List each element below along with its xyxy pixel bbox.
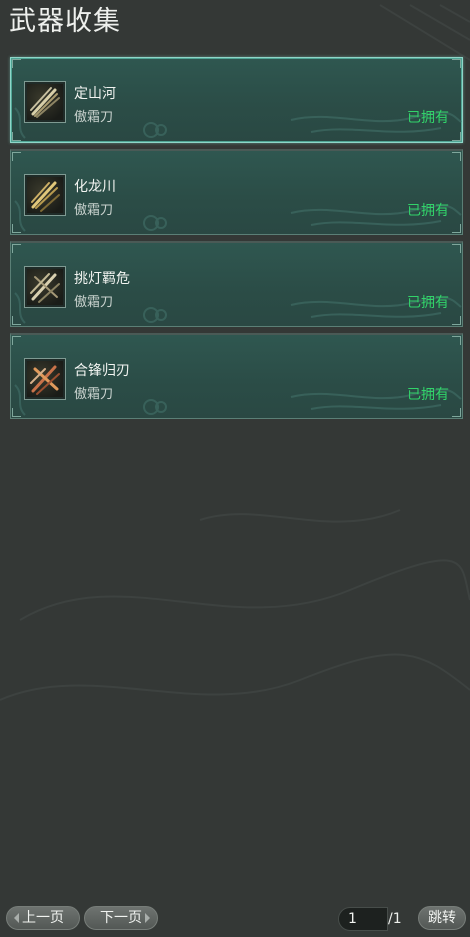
prev-page-button[interactable]: 上一页 (6, 906, 80, 930)
page-title: 武器收集 (9, 6, 121, 37)
card-corner-ornament (452, 336, 461, 345)
card-corner-ornament (12, 224, 21, 233)
page-total: /1 (388, 911, 402, 927)
chevron-right-icon (145, 913, 150, 923)
weapon-card-1[interactable]: 定山河 傲霜刀 已拥有 (10, 57, 463, 143)
card-corner-ornament (452, 152, 461, 161)
weapon-card-2[interactable]: 化龙川 傲霜刀 已拥有 (10, 149, 463, 235)
owned-status: 已拥有 (407, 110, 449, 126)
card-corner-ornament (12, 59, 21, 68)
card-corner-ornament (452, 224, 461, 233)
weapon-name: 挑灯羁危 (74, 271, 130, 287)
weapon-type: 傲霜刀 (74, 203, 114, 218)
weapon-name: 合锋归刃 (74, 363, 130, 379)
card-corner-ornament (452, 408, 461, 417)
owned-status: 已拥有 (407, 295, 449, 311)
card-corner-ornament (12, 244, 21, 253)
next-page-button[interactable]: 下一页 (84, 906, 158, 930)
prev-page-label: 上一页 (22, 910, 64, 926)
weapon-name: 化龙川 (74, 179, 116, 195)
weapon-type: 傲霜刀 (74, 295, 114, 310)
card-corner-ornament (12, 152, 21, 161)
card-corner-ornament (12, 336, 21, 345)
weapon-card-3[interactable]: 挑灯羁危 傲霜刀 已拥有 (10, 241, 463, 327)
owned-status: 已拥有 (407, 203, 449, 219)
jump-button[interactable]: 跳转 (418, 906, 466, 930)
weapon-name: 定山河 (74, 86, 116, 102)
weapon-card-4[interactable]: 合锋归刃 傲霜刀 已拥有 (10, 333, 463, 419)
card-corner-ornament (452, 59, 461, 68)
page-number-input[interactable] (338, 907, 388, 931)
crossed-blades-icon (24, 266, 66, 308)
card-corner-ornament (452, 244, 461, 253)
weapon-type: 傲霜刀 (74, 110, 114, 125)
card-corner-ornament (452, 132, 461, 141)
weapon-list: 定山河 傲霜刀 已拥有 化龙川 傲霜刀 已拥有 挑灯羁危 傲霜刀 已拥有 合锋归… (10, 57, 463, 425)
owned-status: 已拥有 (407, 387, 449, 403)
golden-blade-icon (24, 174, 66, 216)
red-crossed-blades-icon (24, 358, 66, 400)
card-corner-ornament (452, 316, 461, 325)
blade-bundle-icon (24, 81, 66, 123)
card-corner-ornament (12, 316, 21, 325)
next-page-label: 下一页 (100, 910, 142, 926)
card-corner-ornament (12, 408, 21, 417)
weapon-type: 傲霜刀 (74, 387, 114, 402)
chevron-left-icon (14, 913, 19, 923)
card-corner-ornament (12, 132, 21, 141)
